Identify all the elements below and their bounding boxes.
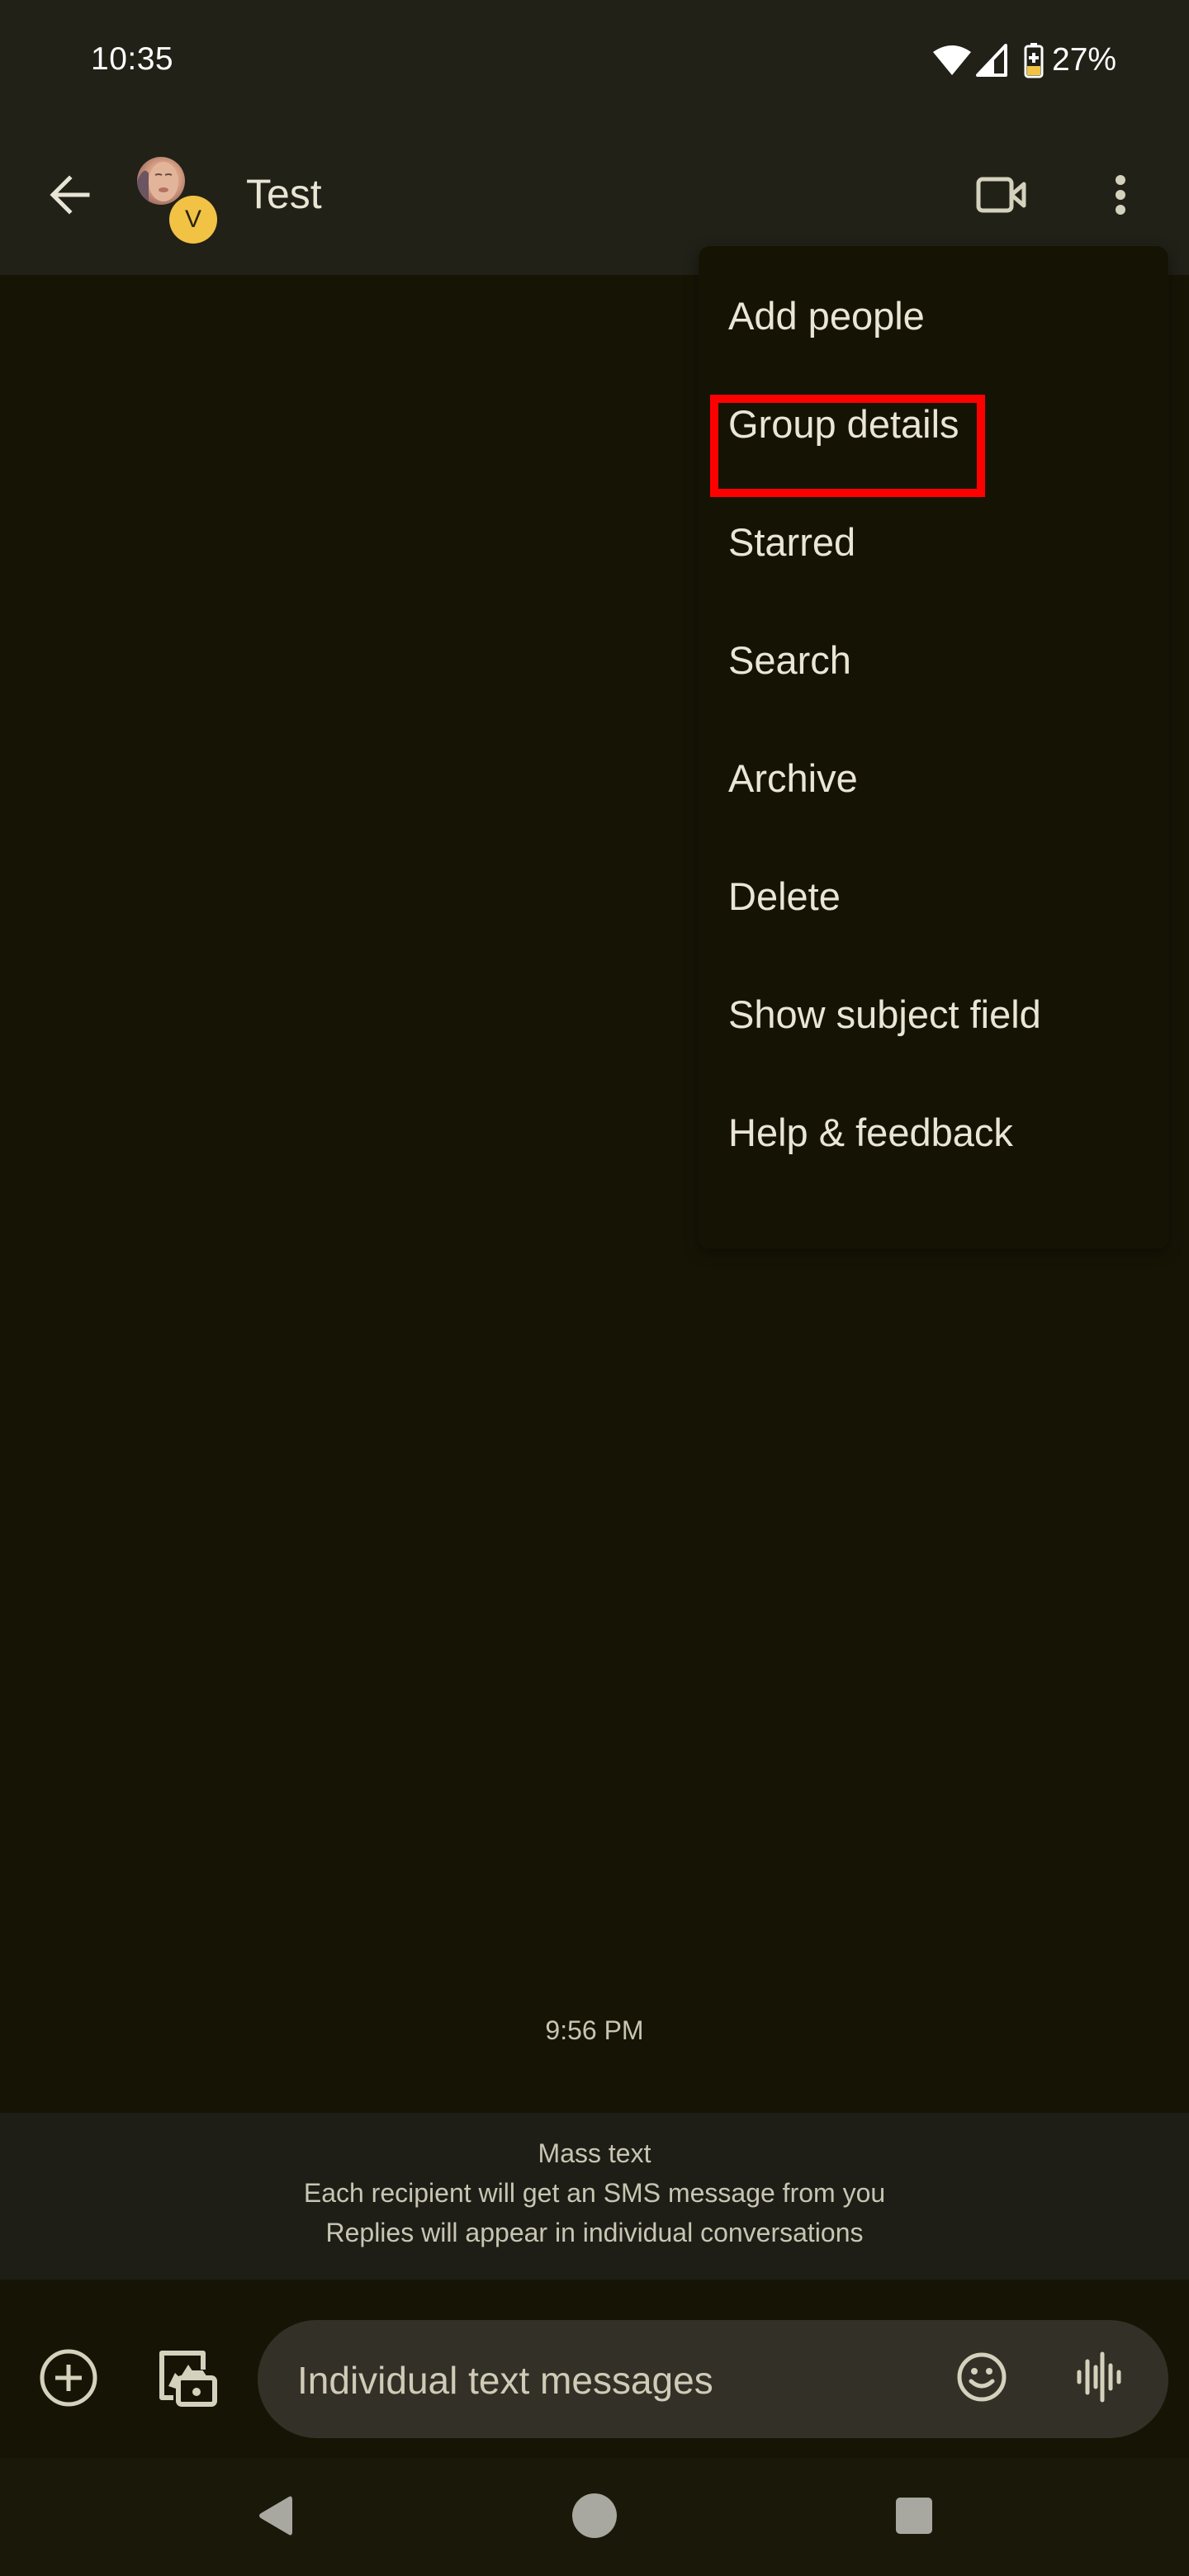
nav-recents-icon xyxy=(895,2497,933,2539)
menu-item-label: Add people xyxy=(728,293,925,338)
contact-initial-avatar: V xyxy=(169,196,217,244)
menu-item-help-feedback[interactable]: Help & feedback xyxy=(699,1073,1168,1191)
add-circle-icon xyxy=(39,2348,98,2412)
message-input[interactable] xyxy=(296,2320,926,2440)
nav-back-button[interactable] xyxy=(242,2484,308,2550)
status-icons: 27% xyxy=(931,41,1116,79)
menu-item-delete[interactable]: Delete xyxy=(699,837,1168,955)
status-bar: 10:35 27% xyxy=(0,30,1189,89)
arrow-back-icon xyxy=(48,173,91,220)
system-navigation-bar xyxy=(0,2458,1189,2576)
nav-home-icon xyxy=(571,2493,618,2543)
message-timestamp: 9:56 PM xyxy=(545,2015,644,2045)
menu-item-show-subject-field[interactable]: Show subject field xyxy=(699,955,1168,1073)
status-clock: 10:35 xyxy=(91,41,174,77)
menu-item-group-details[interactable]: Group details xyxy=(699,365,1168,483)
mass-text-line-1: Each recipient will get an SMS message f… xyxy=(303,2178,886,2208)
messages-screen: 10:35 27% V Test 9:56 PM Mass text Each … xyxy=(0,0,1189,2576)
battery-percent: 27% xyxy=(1052,42,1117,78)
menu-item-label: Show subject field xyxy=(728,992,1041,1036)
menu-item-add-people[interactable]: Add people xyxy=(699,266,1168,365)
conversation-title[interactable]: Test xyxy=(246,170,322,218)
mass-text-title: Mass text xyxy=(538,2138,651,2168)
voice-message-button[interactable] xyxy=(1063,2342,1135,2415)
emoji-button[interactable] xyxy=(945,2342,1018,2415)
compose-bar xyxy=(0,2280,1189,2458)
battery-charging-icon xyxy=(1024,42,1044,78)
back-button[interactable] xyxy=(36,163,102,230)
more-vert-icon xyxy=(1114,173,1127,220)
voice-waveform-icon xyxy=(1076,2351,1122,2407)
cell-signal-icon xyxy=(976,44,1007,77)
menu-item-label: Search xyxy=(728,638,851,682)
menu-item-search[interactable]: Search xyxy=(699,601,1168,719)
menu-item-label: Starred xyxy=(728,520,856,564)
attach-button[interactable] xyxy=(32,2343,105,2416)
video-call-button[interactable] xyxy=(969,163,1035,230)
nav-recents-button[interactable] xyxy=(881,2484,947,2550)
menu-item-starred[interactable]: Starred xyxy=(699,483,1168,601)
mass-text-line-2: Replies will appear in individual conver… xyxy=(325,2218,864,2247)
group-avatar[interactable]: V xyxy=(135,155,221,244)
emoji-icon xyxy=(956,2351,1007,2407)
menu-item-archive[interactable]: Archive xyxy=(699,719,1168,837)
contact-photo-avatar xyxy=(137,157,185,205)
wifi-icon xyxy=(931,44,973,77)
nav-back-icon xyxy=(256,2493,294,2542)
more-options-button[interactable] xyxy=(1087,163,1153,230)
menu-item-label: Group details xyxy=(728,402,959,446)
gallery-button[interactable] xyxy=(151,2343,224,2416)
top-app-bar: 10:35 27% V Test xyxy=(0,0,1189,275)
nav-home-button[interactable] xyxy=(561,2484,628,2550)
menu-item-label: Archive xyxy=(728,756,858,800)
video-call-icon xyxy=(976,177,1027,217)
menu-item-label: Delete xyxy=(728,874,841,918)
menu-item-label: Help & feedback xyxy=(728,1110,1013,1154)
conversation-header: V Test xyxy=(0,149,1189,244)
mass-text-banner: Mass text Each recipient will get an SMS… xyxy=(0,2113,1189,2280)
message-input-container xyxy=(258,2320,1168,2440)
gallery-camera-icon xyxy=(157,2348,218,2412)
overflow-menu: Add people Group details Starred Search … xyxy=(699,246,1168,1248)
